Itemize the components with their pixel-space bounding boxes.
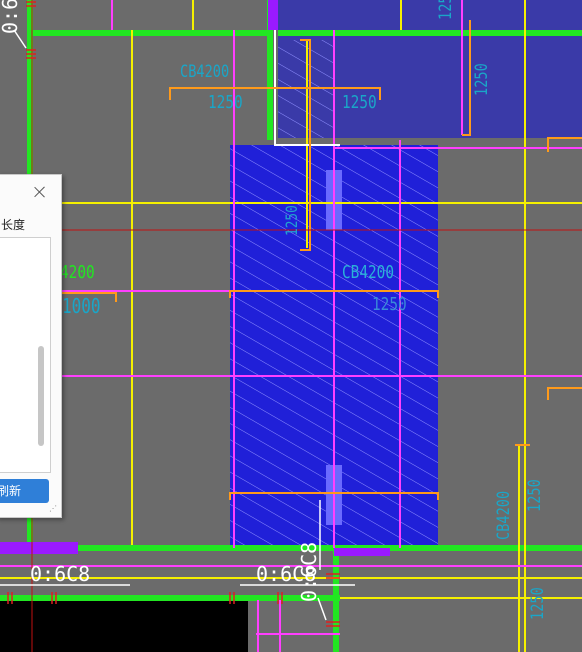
length-column-label: 长度: [1, 218, 26, 232]
top-right-small-label: 1250: [472, 63, 492, 96]
purple-bar-left: [0, 542, 78, 554]
cad-drawing-canvas[interactable]: [0, 0, 582, 652]
beam-label-top: CB4200: [180, 62, 230, 82]
right-beam-label: CB4200: [494, 490, 514, 540]
beam-label-center: CB4200: [342, 262, 395, 283]
elevation-label-vertical: 0:6C8: [297, 541, 321, 602]
right-beam-width: 1250: [525, 479, 545, 512]
elevation-label-left: 0:6C8: [30, 562, 91, 586]
beam-width-top-right: 1250: [342, 92, 377, 113]
resize-grip-icon[interactable]: ⋰: [49, 505, 57, 513]
top-corner-small-label: 1250: [436, 0, 456, 20]
bottom-right-small-label: 1250: [528, 587, 548, 620]
refresh-button[interactable]: 刷新: [0, 479, 49, 503]
beam-width-top: 1250: [208, 92, 243, 113]
purple-bar-mid: [334, 548, 390, 556]
list-scrollbar[interactable]: [38, 346, 44, 446]
beam-width-center: 1250: [372, 294, 407, 315]
close-icon[interactable]: [33, 185, 47, 199]
length-list[interactable]: [0, 237, 51, 473]
black-block: [0, 600, 248, 652]
property-dialog[interactable]: 长度 刷新 ⋰: [0, 174, 62, 518]
purple-bar-top: [268, 0, 278, 30]
elevation-label-top-left: 0:6: [0, 0, 22, 34]
center-small-label: 1250: [282, 205, 301, 236]
left-beam-width: 1000: [62, 294, 101, 318]
left-beam-label: 4200: [60, 262, 95, 283]
